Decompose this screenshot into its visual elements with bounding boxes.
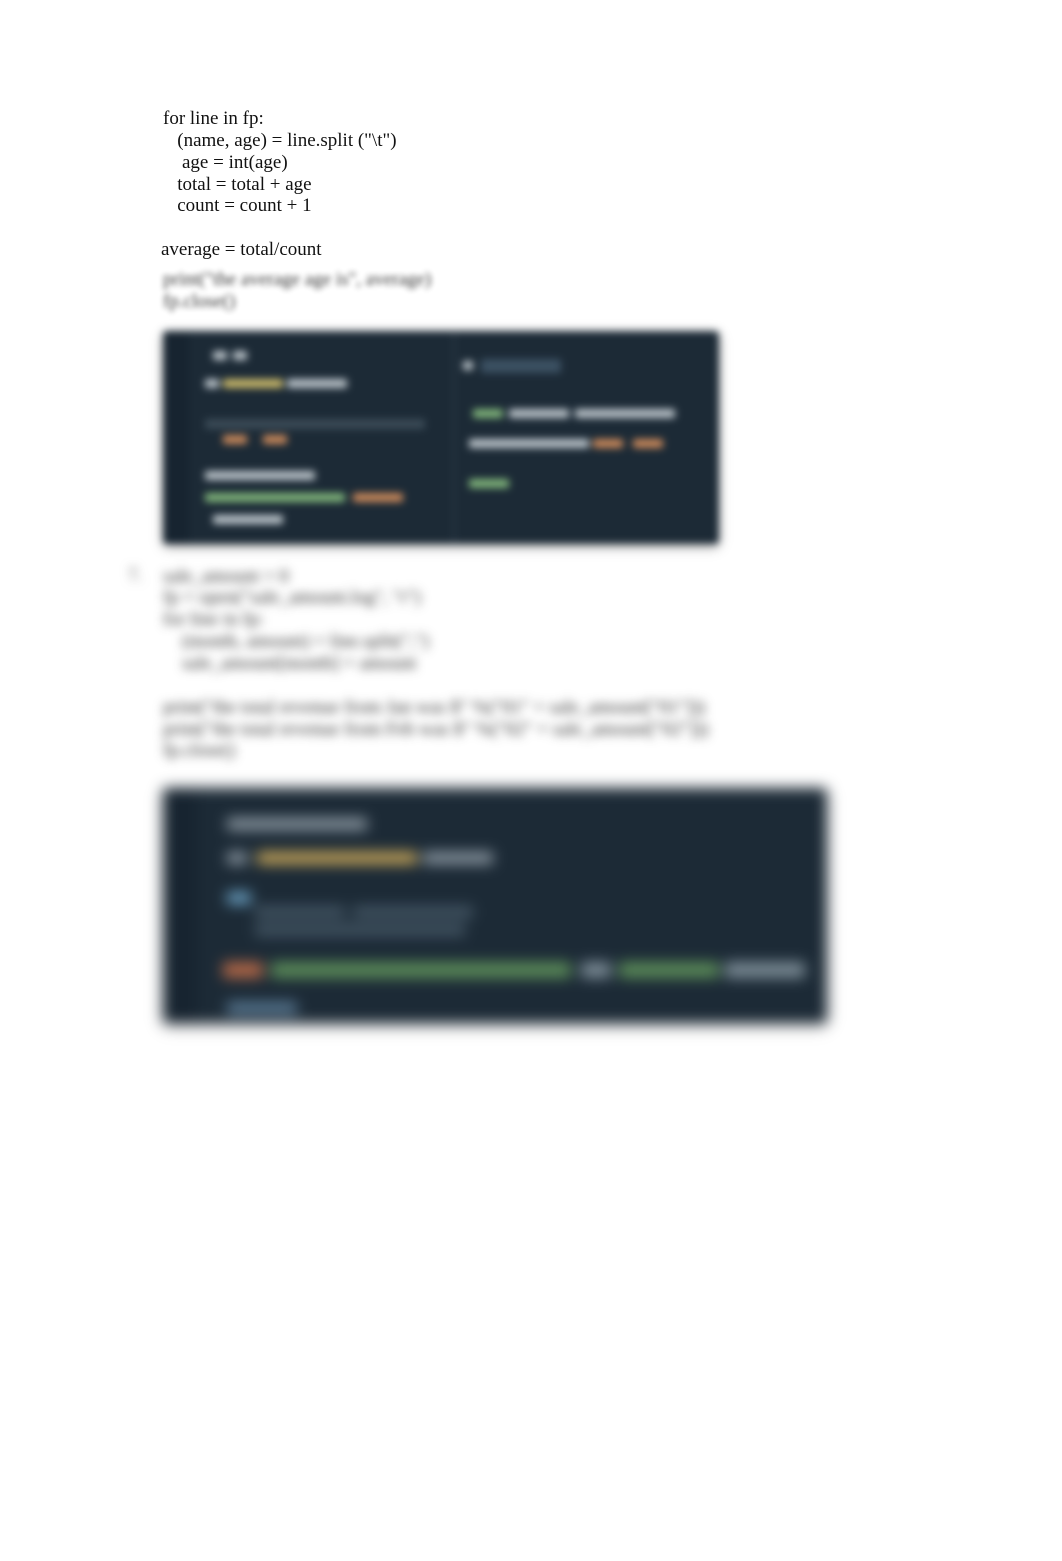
output-token bbox=[469, 479, 509, 488]
code-line: print("the total revenue from Feb was $"… bbox=[163, 719, 708, 740]
code-line: age = int(age) bbox=[163, 152, 288, 173]
code-line: print("the total revenue from Jan was $"… bbox=[163, 697, 705, 718]
output-token bbox=[473, 409, 503, 418]
code-line: sale_amount = 0 bbox=[163, 566, 289, 587]
code-block-1-blurred-tail: print("the average age is", average) fp.… bbox=[163, 269, 922, 313]
code-line: for line in fp: bbox=[163, 108, 264, 129]
code-token bbox=[255, 906, 345, 918]
code-token bbox=[213, 515, 283, 524]
code-token bbox=[353, 906, 473, 918]
code-token bbox=[205, 419, 425, 429]
code-screenshot-2 bbox=[163, 788, 827, 1023]
editor-gutter bbox=[163, 331, 189, 544]
editor-gutter bbox=[163, 788, 197, 1023]
code-token bbox=[227, 818, 367, 830]
code-line: (name, age) = line.split ("\t") bbox=[163, 130, 397, 151]
code-line: fp = open("sale_amount.log", "r") bbox=[163, 587, 421, 608]
code-token bbox=[619, 962, 719, 978]
code-line: fp.close() bbox=[163, 740, 235, 761]
code-token bbox=[223, 379, 283, 388]
code-token bbox=[227, 852, 247, 864]
list-number: 7. bbox=[128, 565, 142, 587]
code-token bbox=[205, 493, 345, 502]
code-line: print("the average age is", average) bbox=[163, 269, 431, 290]
code-token bbox=[287, 379, 347, 388]
code-line: fp.close() bbox=[163, 291, 235, 312]
code-line: for line in fp: bbox=[163, 609, 264, 630]
code-token bbox=[581, 962, 611, 978]
code-block-1: for line in fp: (name, age) = line.split… bbox=[163, 108, 922, 261]
output-token bbox=[633, 439, 663, 448]
code-token bbox=[353, 493, 403, 502]
output-token bbox=[575, 409, 675, 418]
code-line: total = total + age bbox=[163, 174, 312, 195]
code-token bbox=[257, 852, 417, 864]
output-token bbox=[593, 439, 623, 448]
document-page: for line in fp: (name, age) = line.split… bbox=[0, 0, 1062, 1561]
code-line: average = total/count bbox=[161, 239, 322, 260]
code-token bbox=[223, 435, 247, 444]
code-line: sale_amount[month] = amount bbox=[163, 653, 416, 674]
code-token bbox=[205, 379, 219, 388]
code-token bbox=[223, 962, 263, 978]
code-token bbox=[205, 471, 315, 480]
code-token bbox=[271, 962, 571, 978]
code-token bbox=[227, 1002, 297, 1014]
code-token bbox=[227, 892, 251, 904]
pane-divider bbox=[453, 331, 455, 544]
output-token bbox=[469, 439, 589, 448]
code-screenshot-1 bbox=[163, 331, 719, 544]
output-token bbox=[509, 409, 569, 418]
output-token bbox=[463, 361, 473, 370]
code-token bbox=[255, 924, 465, 936]
code-token bbox=[263, 435, 287, 444]
output-selection bbox=[481, 359, 561, 373]
code-token bbox=[213, 351, 227, 360]
code-token bbox=[725, 962, 805, 978]
code-block-2-blurred: sale_amount = 0 fp = open("sale_amount.l… bbox=[163, 566, 922, 763]
code-line: (month, amount) = line.split(",") bbox=[163, 631, 429, 652]
code-token bbox=[423, 852, 493, 864]
code-token bbox=[233, 351, 247, 360]
code-line: count = count + 1 bbox=[163, 195, 312, 216]
